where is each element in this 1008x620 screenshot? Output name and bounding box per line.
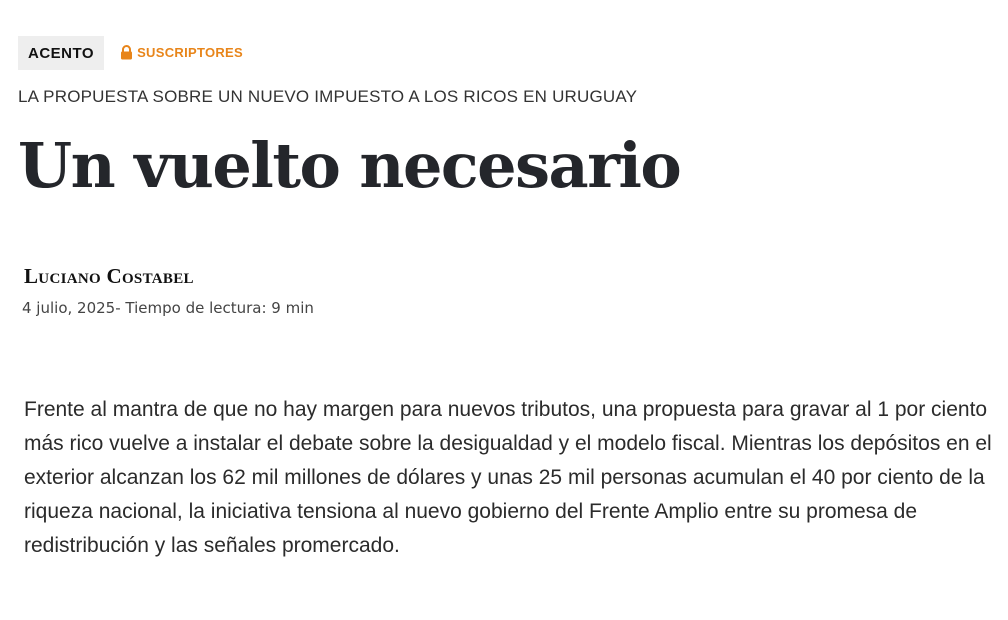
article-lead: Frente al mantra de que no hay margen pa… bbox=[24, 398, 992, 557]
section-tag[interactable]: ACENTO bbox=[18, 36, 105, 70]
article-headline: Un vuelto necesario bbox=[18, 129, 682, 202]
subscribers-label: SUSCRIPTORES bbox=[137, 44, 243, 60]
reading-time: - Tiempo de lectura: 9 min bbox=[115, 299, 314, 317]
article-tags: ACENTO SUSCRIPTORES bbox=[18, 36, 243, 70]
article-meta: 4 julio, 2025- Tiempo de lectura: 9 min bbox=[22, 299, 314, 317]
subscribers-badge[interactable]: SUSCRIPTORES bbox=[120, 45, 243, 60]
article-kicker: LA PROPUESTA SOBRE UN NUEVO IMPUESTO A L… bbox=[18, 87, 638, 106]
lock-icon bbox=[121, 44, 133, 59]
author-link[interactable]: Luciano Costabel bbox=[24, 264, 194, 289]
publish-date: 4 julio, 2025 bbox=[22, 299, 116, 317]
